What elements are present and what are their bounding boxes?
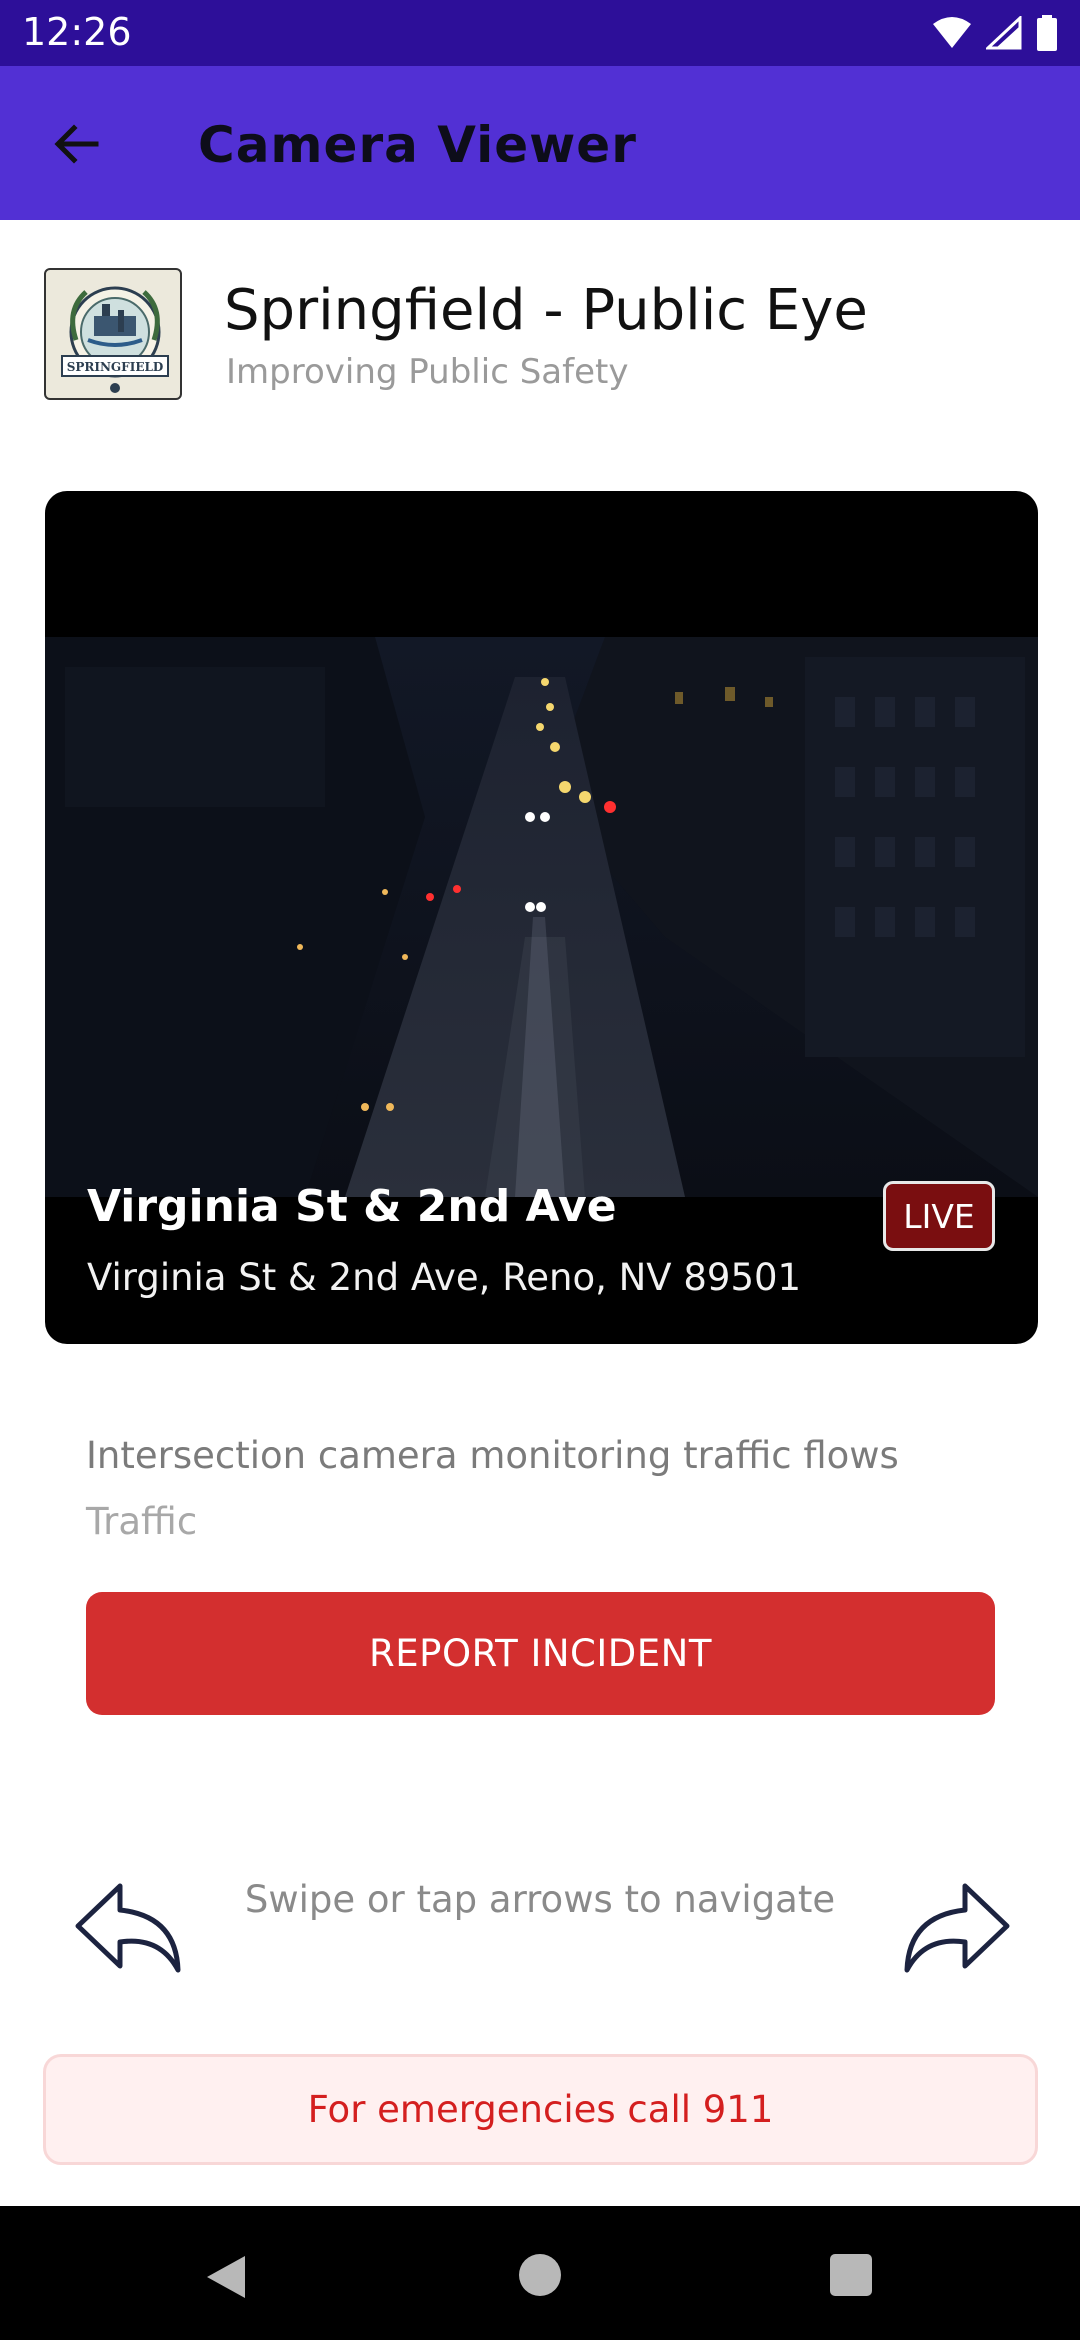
- svg-text:SPRINGFIELD: SPRINGFIELD: [67, 360, 164, 374]
- organization-tagline: Improving Public Safety: [226, 352, 629, 392]
- camera-address: Virginia St & 2nd Ave, Reno, NV 89501: [87, 1256, 802, 1299]
- back-button[interactable]: [40, 108, 112, 180]
- page-title: Camera Viewer: [198, 116, 637, 174]
- system-home-icon[interactable]: [519, 2254, 561, 2296]
- next-camera-button[interactable]: [895, 1878, 1015, 1978]
- seal-icon: SPRINGFIELD: [61, 286, 169, 393]
- status-icons: [932, 12, 1058, 54]
- arrow-left-icon: [54, 124, 99, 164]
- system-navigation-bar: [0, 2206, 1080, 2340]
- report-incident-button[interactable]: REPORT INCIDENT: [86, 1592, 995, 1715]
- status-time: 12:26: [22, 10, 132, 54]
- reply-arrow-icon: [75, 1883, 181, 1973]
- system-recents-icon[interactable]: [830, 2254, 872, 2296]
- camera-category: Traffic: [86, 1500, 198, 1543]
- camera-name: Virginia St & 2nd Ave: [87, 1181, 617, 1232]
- app-bar: Camera Viewer: [0, 66, 1080, 220]
- camera-description: Intersection camera monitoring traffic f…: [86, 1434, 899, 1477]
- forward-arrow-icon: [904, 1883, 1010, 1973]
- organization-name: Springfield - Public Eye: [224, 278, 868, 343]
- emergency-banner: For emergencies call 911: [43, 2054, 1038, 2165]
- system-back-icon[interactable]: [205, 2254, 247, 2300]
- live-badge: LIVE: [883, 1181, 995, 1251]
- battery-icon: [1037, 15, 1057, 51]
- status-bar: 12:26: [0, 0, 1080, 66]
- camera-feed[interactable]: [45, 637, 1038, 1197]
- wifi-icon: [933, 17, 971, 48]
- previous-camera-button[interactable]: [70, 1878, 190, 1978]
- cell-signal-icon: [986, 16, 1022, 50]
- camera-card[interactable]: Virginia St & 2nd Ave Virginia St & 2nd …: [45, 491, 1038, 1344]
- organization-logo: SPRINGFIELD: [44, 268, 182, 400]
